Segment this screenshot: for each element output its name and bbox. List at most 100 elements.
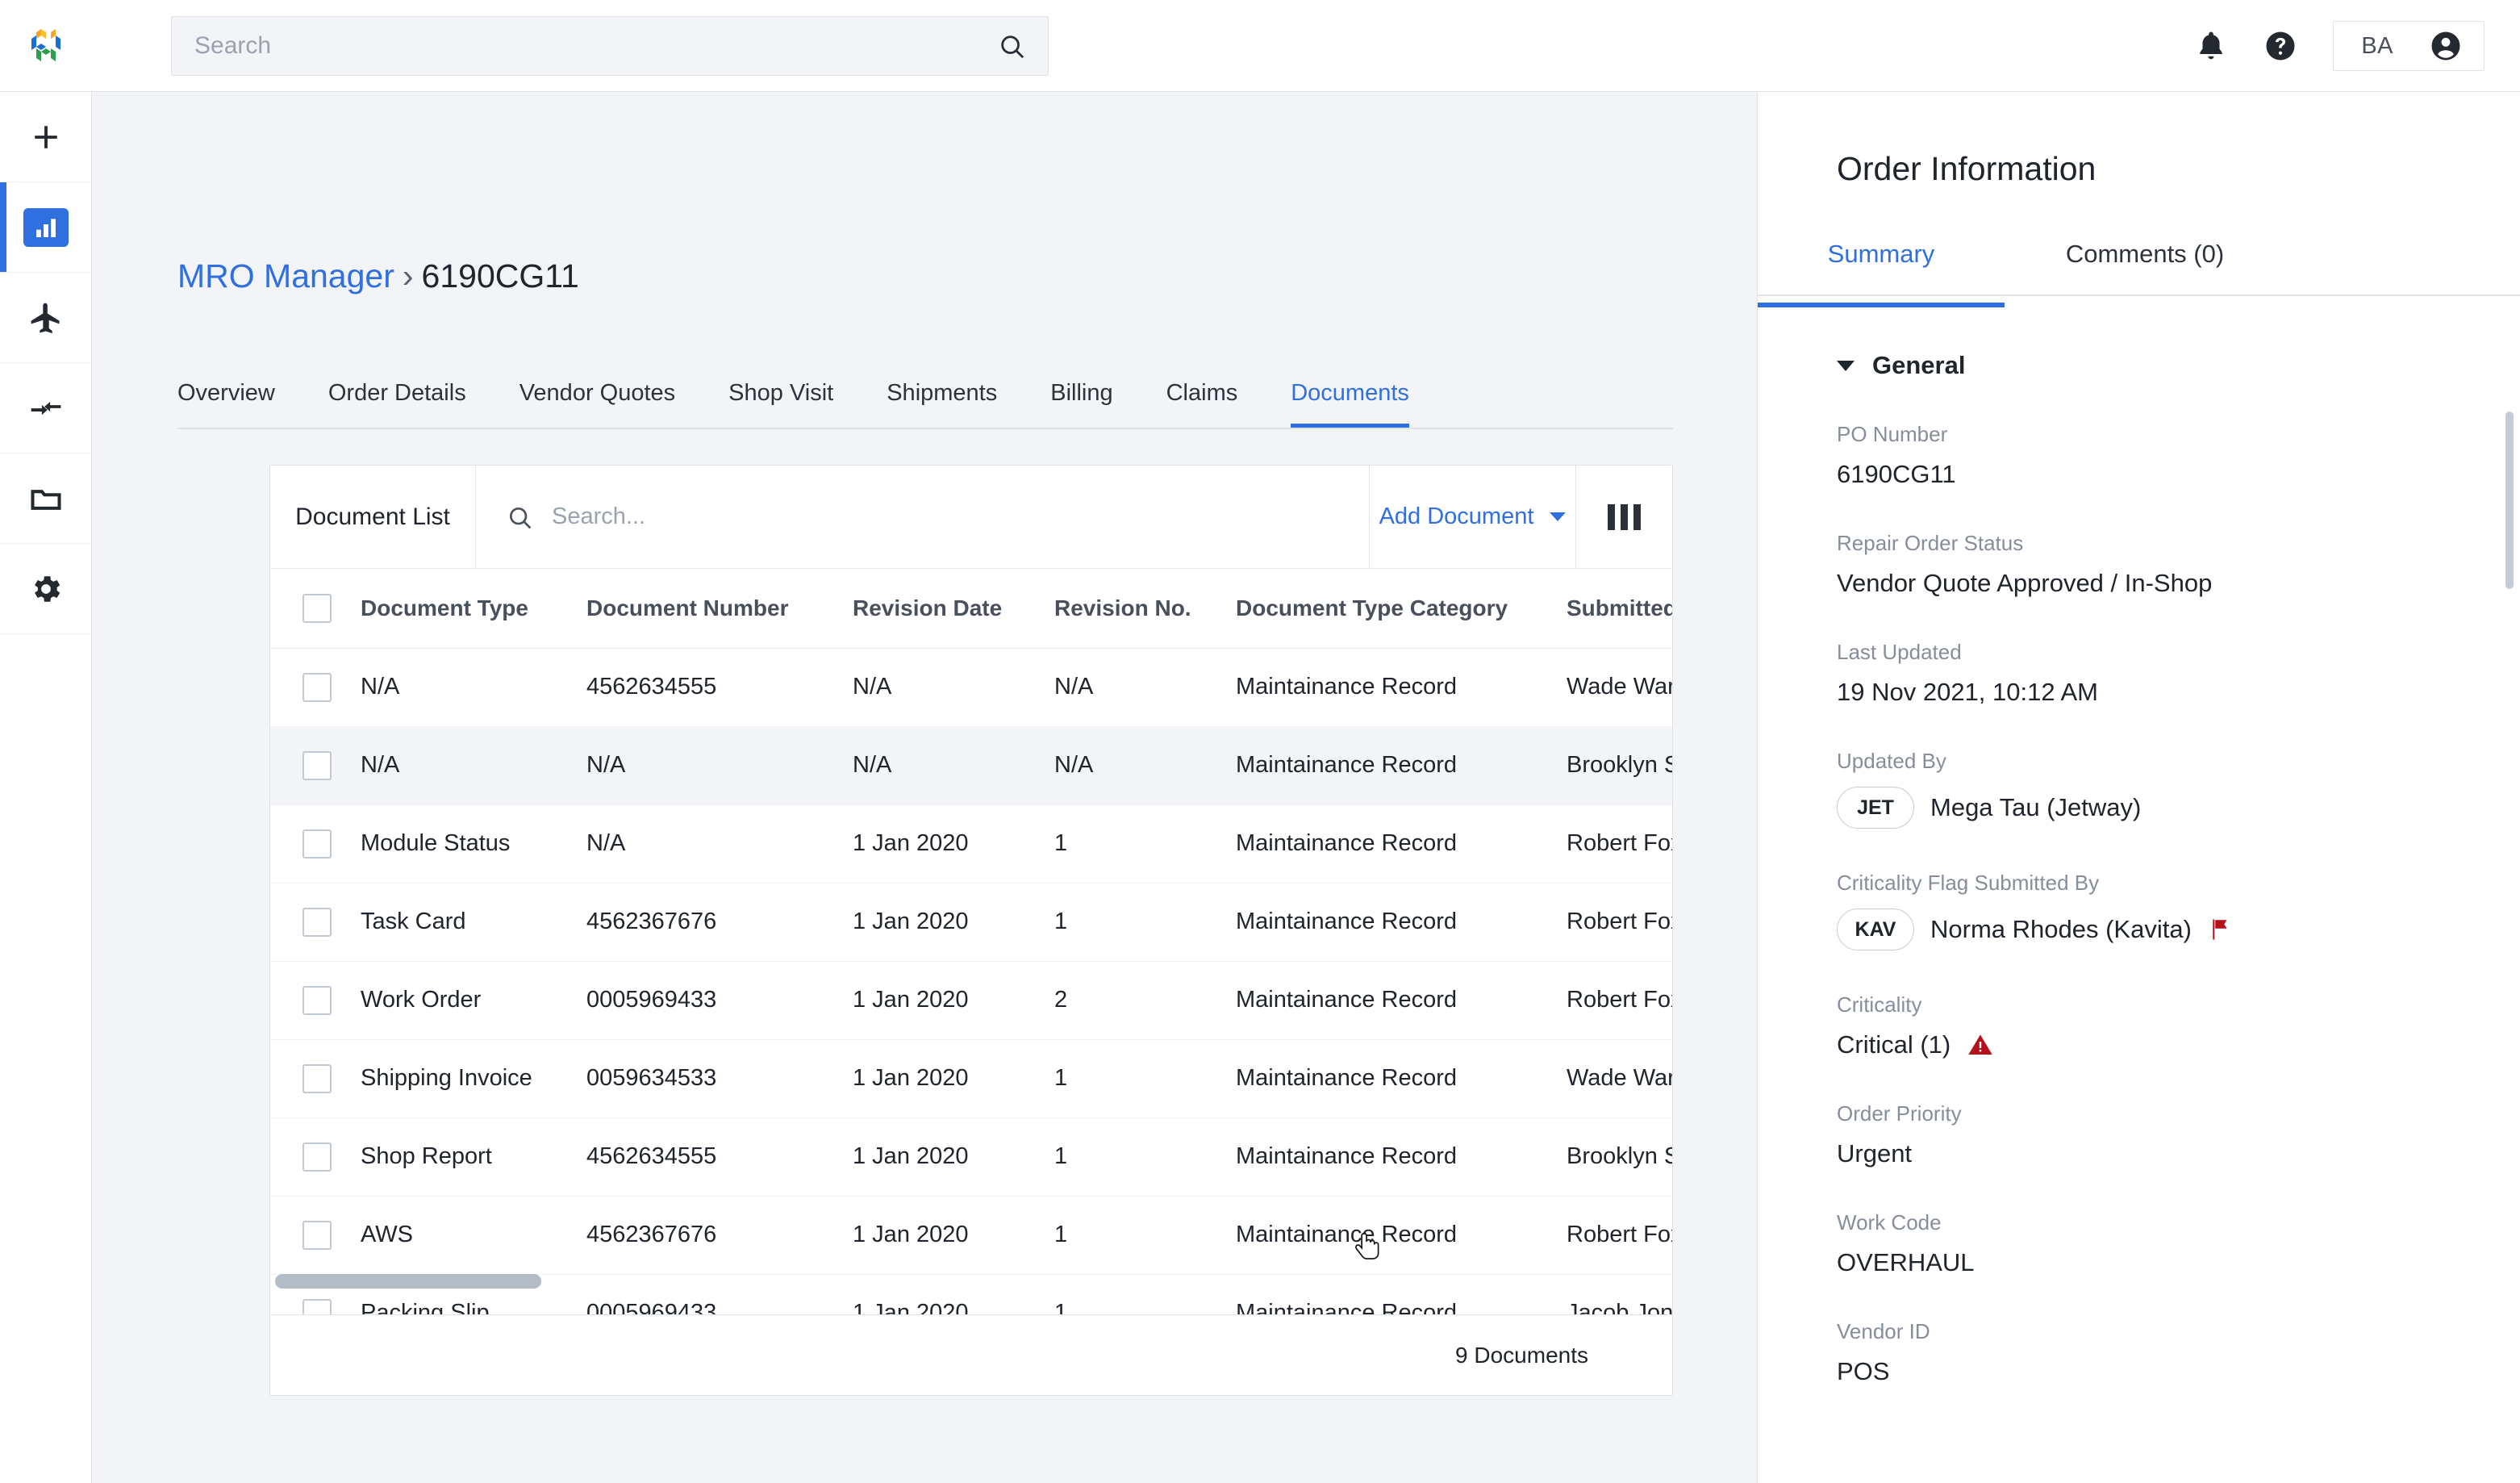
cell-document-type: N/A xyxy=(361,648,586,727)
row-checkbox-cell xyxy=(270,1196,361,1275)
account-circle-icon[interactable] xyxy=(2429,29,2463,63)
section-general-toggle[interactable]: General xyxy=(1837,351,2520,380)
column-header-document-type[interactable]: Document Type xyxy=(361,569,586,649)
add-document-button[interactable]: Add Document xyxy=(1369,466,1575,568)
cell-revision-no: N/A xyxy=(1054,648,1236,727)
panel-field: Vendor ID POS xyxy=(1837,1319,2520,1386)
column-header-revision-date[interactable]: Revision Date xyxy=(853,569,1054,649)
sidebar-item-add[interactable] xyxy=(0,92,91,182)
cell-document-type-category: Maintainance Record xyxy=(1236,1117,1567,1197)
table-row[interactable]: AWS 4562367676 1 Jan 2020 1 Maintainance Rec… xyxy=(270,1196,1672,1275)
column-header-document-type-category[interactable]: Document Type Category xyxy=(1236,569,1567,649)
tab-summary[interactable]: Summary xyxy=(1758,228,2005,307)
panel-field-text: Mega Tau (Jetway) xyxy=(1930,793,2142,821)
cell-revision-no: 1 xyxy=(1054,883,1236,962)
cell-submitted-by: Robert Fox (Kavita) xyxy=(1567,883,1672,962)
panel-field-text: POS xyxy=(1837,1357,1890,1385)
panel-field-label: Criticality xyxy=(1837,992,1922,1017)
row-checkbox[interactable] xyxy=(302,1298,332,1314)
row-checkbox[interactable] xyxy=(302,750,332,780)
cell-document-number: 4562367676 xyxy=(586,883,853,962)
row-checkbox[interactable] xyxy=(302,672,332,702)
panel-fields: PO Number 6190CG11 Repair Order Status Vend… xyxy=(1837,422,2520,1386)
cell-submitted-by: Robert Fox (Kavita) xyxy=(1567,961,1672,1040)
cell-submitted-by: Brooklyn Simmons (Kavita) xyxy=(1567,1117,1672,1197)
panel-field-label: Updated By xyxy=(1837,749,1946,773)
tab-overview[interactable]: Overview xyxy=(177,380,275,428)
row-checkbox[interactable] xyxy=(302,1063,332,1093)
document-search-box[interactable] xyxy=(476,466,1369,568)
tab-shop-visit[interactable]: Shop Visit xyxy=(728,380,833,428)
search-icon[interactable] xyxy=(998,32,1025,60)
tab-claims[interactable]: Claims xyxy=(1166,380,1238,428)
panel-field-label: Work Code xyxy=(1837,1210,1942,1234)
sidebar-item-files[interactable] xyxy=(0,453,91,544)
tab-shipments[interactable]: Shipments xyxy=(887,380,997,428)
cell-revision-date: 1 Jan 2020 xyxy=(853,1039,1054,1118)
cell-submitted-by: Robert Fox (Kavita) xyxy=(1567,804,1672,884)
warning-triangle-icon xyxy=(1968,1034,1992,1055)
global-search-box[interactable] xyxy=(171,16,1049,76)
row-checkbox[interactable] xyxy=(302,1142,332,1172)
table-row[interactable]: Module Status N/A 1 Jan 2020 1 Maintainance … xyxy=(270,804,1672,884)
cell-document-number: 0005969433 xyxy=(586,961,853,1040)
sidebar-item-dashboard[interactable] xyxy=(0,182,91,273)
table-row[interactable]: Task Card 4562367676 1 Jan 2020 1 Maintainan… xyxy=(270,883,1672,962)
panel-field: Criticality Critical (1) xyxy=(1837,992,2520,1059)
column-settings-button[interactable] xyxy=(1575,466,1672,568)
horizontal-scrollbar-thumb[interactable] xyxy=(275,1274,541,1289)
sidebar-item-settings[interactable] xyxy=(0,544,91,634)
tab-vendor-quotes[interactable]: Vendor Quotes xyxy=(519,380,675,428)
panel-field-label: Repair Order Status xyxy=(1837,531,2024,555)
logo-container[interactable] xyxy=(0,24,92,68)
top-bar: BA xyxy=(0,0,2520,92)
breadcrumb-current: 6190CG11 xyxy=(421,257,579,295)
chevron-down-icon xyxy=(1550,512,1567,521)
cell-document-number: 4562634555 xyxy=(586,648,853,727)
cell-document-type: Task Card xyxy=(361,883,586,962)
table-row[interactable]: Shipping Invoice 0059634533 1 Jan 2020 1 Mai… xyxy=(270,1039,1672,1118)
cell-revision-no: 2 xyxy=(1054,961,1236,1040)
column-header-submitted-by[interactable]: Submitted by xyxy=(1567,569,1672,649)
tab-documents[interactable]: Documents xyxy=(1291,380,1409,428)
global-search-input[interactable] xyxy=(194,32,998,60)
table-row[interactable]: Shop Report 4562634555 1 Jan 2020 1 Maintain… xyxy=(270,1117,1672,1197)
columns-icon xyxy=(1608,503,1641,530)
horizontal-scrollbar[interactable] xyxy=(270,1274,1672,1289)
select-all-checkbox[interactable] xyxy=(302,593,332,623)
document-search-input[interactable] xyxy=(552,503,1369,530)
row-checkbox[interactable] xyxy=(302,907,332,937)
panel-vertical-scrollbar[interactable] xyxy=(2505,411,2514,589)
sidebar-item-fleet[interactable] xyxy=(0,273,91,363)
cell-submitted-by: Brooklyn Simmons (Kavita) xyxy=(1567,726,1672,805)
user-menu[interactable]: BA xyxy=(2333,21,2485,71)
table-row[interactable]: Work Order 0005969433 1 Jan 2020 2 Maintaina… xyxy=(270,961,1672,1040)
sidebar-item-transfers[interactable] xyxy=(0,363,91,453)
panel-body: General PO Number 6190CG11 Repair Order St… xyxy=(1758,351,2520,1386)
column-header-document-number[interactable]: Document Number xyxy=(586,569,853,649)
tab-billing[interactable]: Billing xyxy=(1050,380,1112,428)
triangle-down-icon xyxy=(1837,360,1855,371)
row-checkbox[interactable] xyxy=(302,985,332,1015)
bell-icon[interactable] xyxy=(2194,29,2228,63)
panel-field-value: Vendor Quote Approved / In-Shop xyxy=(1837,569,2520,598)
cell-revision-date: 1 Jan 2020 xyxy=(853,1117,1054,1197)
tab-comments[interactable]: Comments (0) xyxy=(2005,228,2285,295)
help-circle-icon[interactable] xyxy=(2263,29,2297,63)
table-row[interactable]: N/A 4562634555 N/A N/A Maintainance Record Wa… xyxy=(270,648,1672,727)
document-table-scroll[interactable]: Document Type Document Number Revision D… xyxy=(270,569,1672,1314)
tab-order-details[interactable]: Order Details xyxy=(328,380,466,428)
column-header-revision-no[interactable]: Revision No. xyxy=(1054,569,1236,649)
cell-revision-no: 1 xyxy=(1054,1039,1236,1118)
panel-field-text: Critical (1) xyxy=(1837,1030,1951,1059)
row-checkbox[interactable] xyxy=(302,829,332,858)
row-checkbox[interactable] xyxy=(302,1220,332,1250)
panel-field-text: Vendor Quote Approved / In-Shop xyxy=(1837,569,2213,597)
table-row[interactable]: N/A N/A N/A N/A Maintainance Record Brooklyn … xyxy=(270,726,1672,805)
cell-revision-no: 1 xyxy=(1054,1196,1236,1275)
cell-document-type-category: Maintainance Record xyxy=(1236,804,1567,884)
table-header-row: Document Type Document Number Revision D… xyxy=(270,569,1672,649)
row-checkbox-cell xyxy=(270,961,361,1040)
cell-revision-no: 1 xyxy=(1054,1117,1236,1197)
breadcrumb-root-link[interactable]: MRO Manager xyxy=(177,257,394,295)
